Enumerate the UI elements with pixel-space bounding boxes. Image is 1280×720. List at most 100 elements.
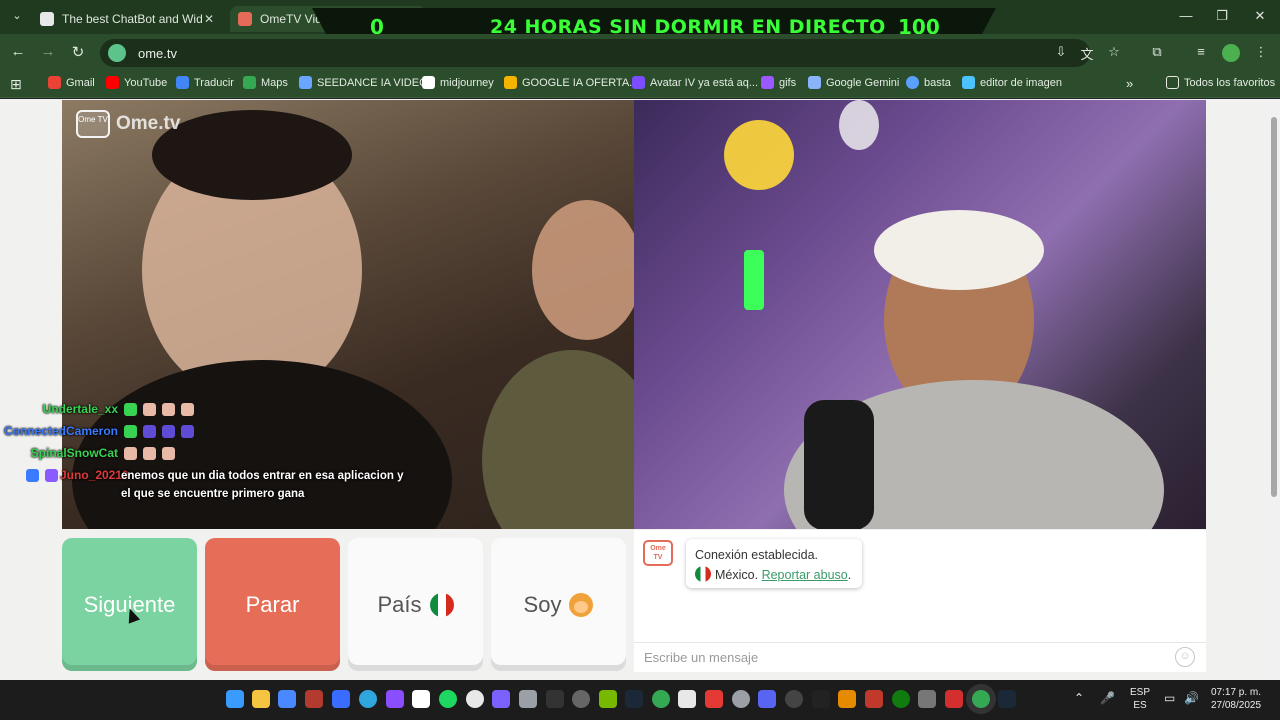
emote-icon	[181, 424, 194, 438]
bookmark-youtube[interactable]: YouTube	[106, 76, 167, 89]
app-icon[interactable]	[678, 690, 696, 708]
capcut-icon[interactable]	[546, 690, 564, 708]
clock[interactable]: 07:17 p. m. 27/08/2025	[1206, 686, 1266, 712]
mexico-flag-icon	[429, 592, 454, 617]
app-icon[interactable]	[519, 690, 537, 708]
scrollbar-thumb[interactable]	[1271, 117, 1277, 497]
app-icon[interactable]	[386, 690, 404, 708]
discord-icon[interactable]	[758, 690, 776, 708]
store-icon[interactable]	[278, 690, 296, 708]
minimize-icon[interactable]: —	[1176, 8, 1196, 23]
address-bar[interactable]: ome.tv	[100, 39, 1090, 67]
app-icon[interactable]	[412, 690, 430, 708]
start-icon[interactable]	[226, 690, 244, 708]
country-button[interactable]: País	[348, 538, 483, 671]
second-person-body-shape	[482, 350, 634, 529]
extensions-icon[interactable]: ⧉	[1148, 44, 1166, 62]
caption-line: enemos que un dia todos entrar en esa ap…	[121, 470, 404, 482]
clock-date: 27/08/2025	[1210, 700, 1262, 711]
app-icon[interactable]	[785, 690, 803, 708]
xbox-icon[interactable]	[892, 690, 910, 708]
media-icon[interactable]: ≡	[1192, 44, 1210, 62]
url-text: ome.tv	[138, 45, 178, 61]
tab-search-button[interactable]: ⌄	[8, 9, 26, 25]
profile-avatar[interactable]	[1222, 44, 1240, 62]
site-info-icon[interactable]	[108, 44, 126, 62]
chrome-active-icon[interactable]	[972, 690, 990, 708]
bookmark-editor[interactable]: editor de imagen	[962, 76, 1062, 89]
bookmark-avatar-iv[interactable]: Avatar IV ya está aq...	[632, 76, 758, 89]
scrollbar[interactable]	[1268, 99, 1280, 680]
bookmark-label: basta	[924, 76, 951, 89]
avatar-iv-icon	[632, 76, 645, 89]
steam-icon[interactable]	[625, 690, 643, 708]
network-icon[interactable]: ▭	[1164, 692, 1175, 705]
chat-username: ConnectedCameron	[3, 424, 118, 438]
bookmark-star-icon[interactable]: ☆	[1105, 44, 1123, 62]
bookmark-gmail[interactable]: Gmail	[48, 76, 95, 89]
close-window-icon[interactable]: ✕	[1250, 8, 1270, 24]
bookmark-label: Google Gemini	[826, 76, 900, 89]
tray-overflow-icon[interactable]: ⌃	[1074, 692, 1084, 705]
back-icon[interactable]: ←	[8, 43, 28, 60]
stop-button[interactable]: Parar	[205, 538, 340, 671]
more-bookmarks-icon[interactable]: »	[1126, 76, 1133, 91]
steam-icon[interactable]	[998, 690, 1016, 708]
nvidia-icon[interactable]	[599, 690, 617, 708]
apps-grid-icon[interactable]: ⊞	[10, 76, 22, 93]
message-input[interactable]: Escribe un mensaje	[634, 642, 1206, 672]
telegram-icon[interactable]	[359, 690, 377, 708]
install-app-icon[interactable]: ⇩	[1052, 44, 1070, 62]
gender-button[interactable]: Soy	[491, 538, 626, 671]
bookmark-seedance[interactable]: SEEDANCE IA VIDEO	[299, 76, 428, 89]
app-icon[interactable]	[945, 690, 963, 708]
stop-button-label: Parar	[245, 591, 300, 617]
bookmark-google-ia[interactable]: GOOGLE IA OFERTA...	[504, 76, 638, 89]
app-icon[interactable]	[332, 690, 350, 708]
maximize-icon[interactable]: ❐	[1212, 8, 1232, 24]
app-icon[interactable]	[918, 690, 936, 708]
close-tab-icon[interactable]: ✕	[202, 12, 216, 26]
forward-icon[interactable]: →	[38, 43, 58, 60]
menu-icon[interactable]: ⋮	[1252, 44, 1270, 62]
app-icon[interactable]	[305, 690, 323, 708]
tab-chatbot[interactable]: The best ChatBot and Widgets ✕	[32, 6, 224, 32]
settings-icon[interactable]	[732, 690, 750, 708]
epic-games-icon[interactable]	[812, 690, 830, 708]
language-indicator[interactable]: ESP ES	[1128, 686, 1152, 712]
app-icon[interactable]	[865, 690, 883, 708]
bookmark-label: Maps	[261, 76, 288, 89]
chrome-icon[interactable]	[652, 690, 670, 708]
all-bookmarks-folder[interactable]: Todos los favoritos	[1166, 76, 1275, 89]
report-abuse-link[interactable]: Reportar abuso	[762, 568, 848, 582]
reload-icon[interactable]: ↻	[68, 43, 88, 61]
microphone-icon[interactable]: 🎤	[1100, 692, 1115, 705]
app-icon[interactable]	[492, 690, 510, 708]
app-icon[interactable]	[705, 690, 723, 708]
bookmark-gemini[interactable]: Google Gemini	[808, 76, 899, 89]
bookmark-basta[interactable]: basta	[906, 76, 951, 89]
app-icon[interactable]	[838, 690, 856, 708]
mexico-flag-icon	[695, 566, 711, 582]
file-explorer-icon[interactable]	[252, 690, 270, 708]
neon-sign-shape	[724, 120, 794, 190]
badge-icon	[124, 402, 137, 416]
bookmark-label: YouTube	[124, 76, 168, 89]
next-button[interactable]: Siguiente	[62, 538, 197, 671]
spotify-icon[interactable]	[439, 690, 457, 708]
app-icon[interactable]	[466, 690, 484, 708]
caption-line: el que se encuentre primero gana	[121, 488, 305, 500]
emoji-picker-icon[interactable]: ☺	[1175, 647, 1195, 667]
translate-icon[interactable]: 文	[1078, 44, 1096, 62]
bookmark-label: Avatar IV ya está aq...	[650, 76, 759, 89]
bookmark-traducir[interactable]: Traducir	[176, 76, 234, 89]
bookmark-midjourney[interactable]: midjourney	[422, 76, 494, 89]
maps-icon	[243, 76, 256, 89]
bookmark-gifs[interactable]: gifs	[761, 76, 796, 89]
logo-text: Ome.tv	[116, 113, 181, 134]
gifs-icon	[761, 76, 774, 89]
volume-icon[interactable]: 🔊	[1184, 692, 1199, 705]
system-message: Conexión establecida. México. Reportar a…	[686, 539, 862, 588]
bookmark-maps[interactable]: Maps	[243, 76, 288, 89]
app-icon[interactable]	[572, 690, 590, 708]
